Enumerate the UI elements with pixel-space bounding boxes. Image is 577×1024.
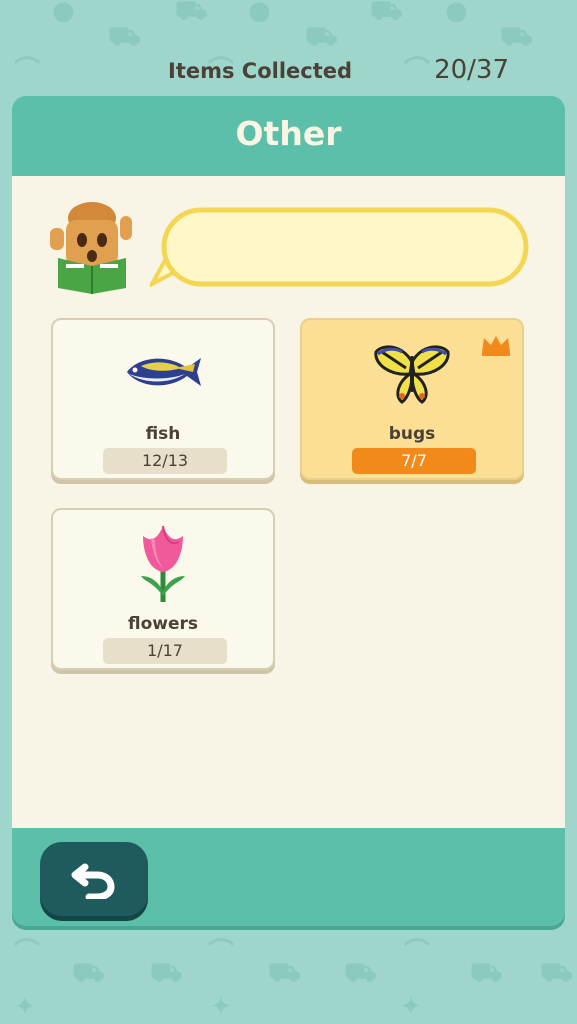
category-count-bugs: 7/7 [352,448,476,474]
category-label-fish: fish [145,424,181,444]
crown-icon [482,336,510,356]
category-card-fish[interactable]: fish 12/13 [51,318,275,480]
items-collected-bubble [150,207,529,288]
back-arrow-icon [71,863,115,899]
category-count-fish: 12/13 [103,448,227,474]
items-collected-count: 20/37 [434,55,509,85]
category-label-bugs: bugs [388,424,436,444]
items-collected-label: Items Collected [168,59,353,83]
butterfly-icon [374,345,450,404]
category-card-flowers[interactable]: flowers 1/17 [51,508,275,670]
category-card-bugs[interactable]: bugs 7/7 [300,318,524,480]
tulip-icon [141,525,185,602]
collection-content [12,176,565,828]
fish-icon [127,358,201,386]
category-count-flowers: 1/17 [103,638,227,664]
page-title: Other [235,114,342,153]
mascot-reading-icon [50,202,132,294]
category-label-flowers: flowers [127,614,199,634]
back-button[interactable] [40,842,148,916]
